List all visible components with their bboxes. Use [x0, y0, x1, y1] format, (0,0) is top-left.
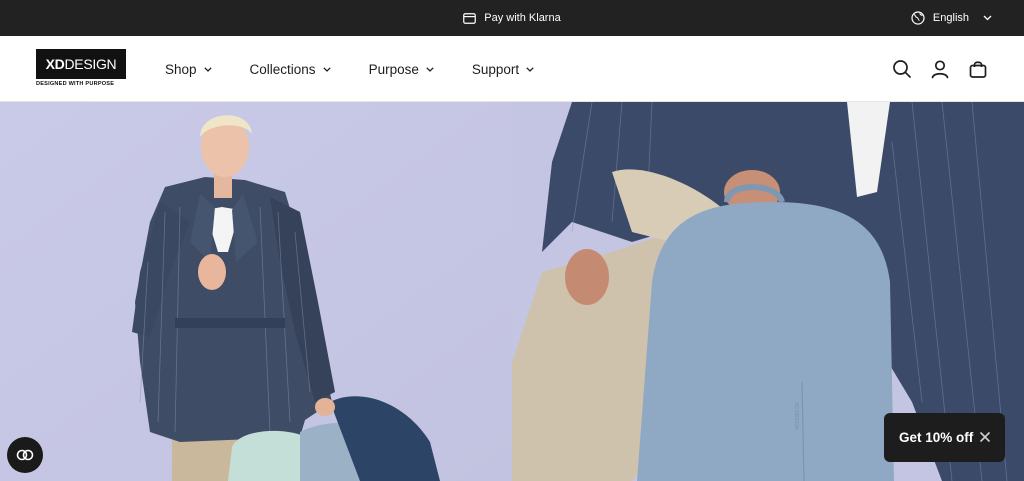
- bag-brand-label: XD DESIGN: [793, 402, 799, 430]
- logo-bold: XD: [45, 56, 65, 72]
- header-actions: [892, 36, 988, 102]
- close-icon[interactable]: [977, 429, 993, 445]
- language-label: English: [932, 12, 969, 24]
- hero-banner[interactable]: XD DESIGN: [0, 102, 1024, 481]
- klarna-announcement[interactable]: Pay with Klarna: [0, 0, 1024, 36]
- nav-item-collections[interactable]: Collections: [250, 62, 331, 77]
- logo-wordmark: XD DESIGN: [36, 49, 126, 79]
- nav-label: Purpose: [368, 61, 419, 77]
- nav-item-purpose[interactable]: Purpose: [369, 62, 434, 77]
- main-nav: Shop Collections Purpose Support: [165, 36, 572, 102]
- logo-thin: DESIGN: [64, 56, 117, 72]
- discount-label: Get 10% off: [899, 430, 974, 445]
- bag-icon[interactable]: [968, 59, 988, 79]
- chevron-down-icon: [426, 66, 434, 72]
- chat-button[interactable]: [7, 437, 43, 473]
- site-header: XD DESIGN DESIGNED WITH PURPOSE Shop Coll…: [0, 36, 1024, 102]
- nav-item-shop[interactable]: Shop: [165, 62, 212, 77]
- nav-item-support[interactable]: Support: [472, 62, 534, 77]
- logo-tagline: DESIGNED WITH PURPOSE: [36, 81, 115, 87]
- language-selector[interactable]: English: [911, 0, 992, 36]
- announcement-bar: Pay with Klarna English: [0, 0, 1024, 36]
- chevron-down-icon: [322, 66, 331, 72]
- announcement-text: Pay with Klarna: [484, 12, 561, 24]
- brand-logo[interactable]: XD DESIGN DESIGNED WITH PURPOSE: [36, 49, 126, 89]
- globe-icon: [911, 11, 925, 25]
- chat-icon: [16, 449, 34, 461]
- chevron-down-icon: [983, 15, 992, 21]
- hero-image-left: [0, 102, 512, 481]
- nav-label: Shop: [165, 61, 197, 77]
- account-icon[interactable]: [930, 59, 950, 79]
- search-icon[interactable]: [892, 59, 912, 79]
- chevron-down-icon: [203, 66, 212, 72]
- card-icon: [463, 12, 477, 24]
- discount-popup[interactable]: Get 10% off: [884, 413, 1005, 462]
- chevron-down-icon: [526, 66, 534, 72]
- hero-illustration-left: [0, 102, 512, 481]
- nav-label: Support: [471, 61, 520, 77]
- nav-label: Collections: [249, 61, 316, 77]
